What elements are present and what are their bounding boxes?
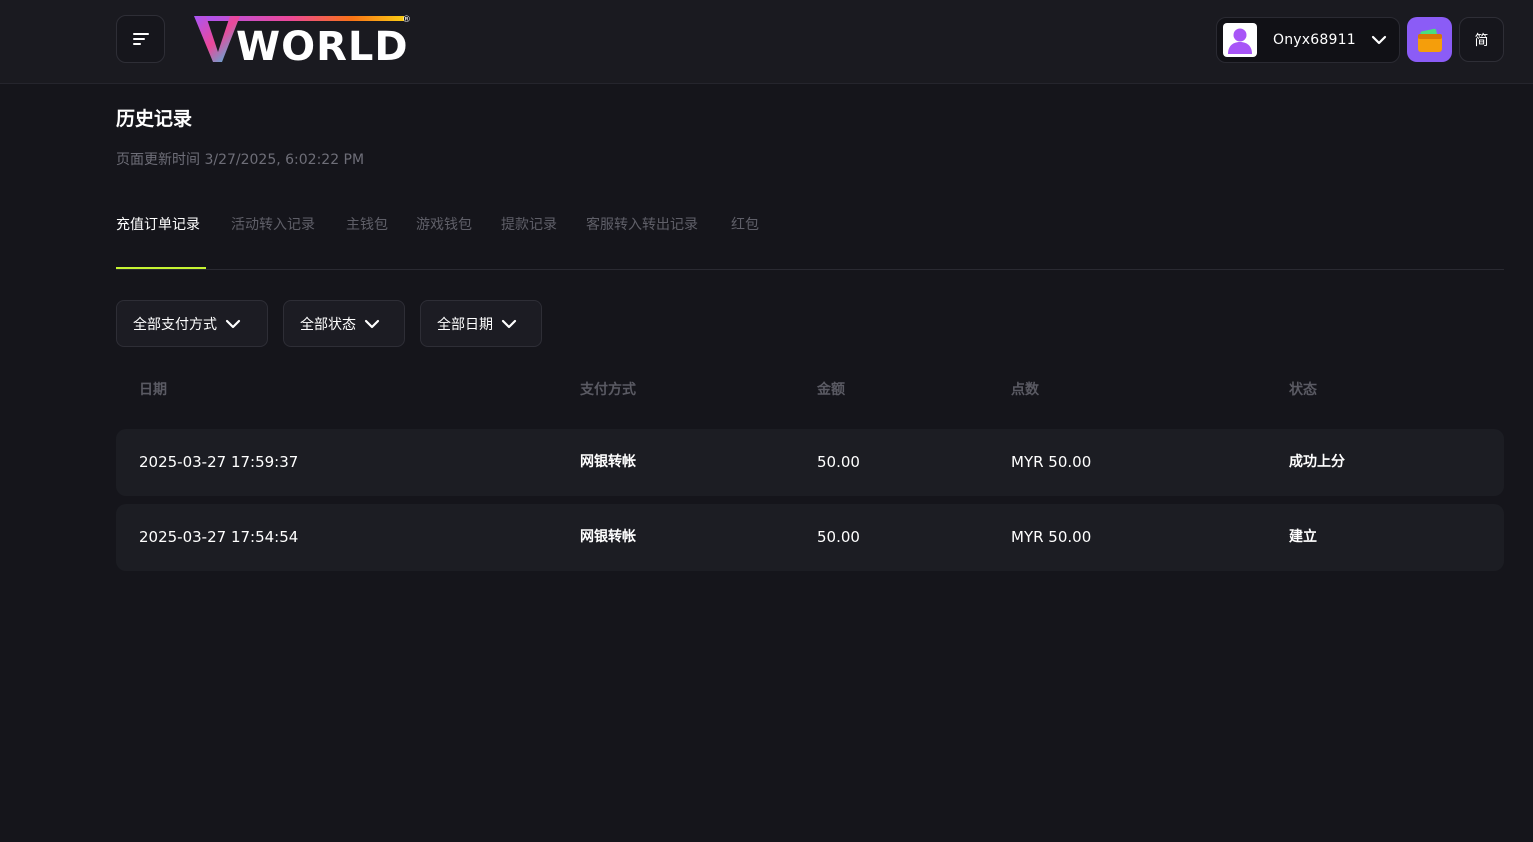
- tab-cs-transfers[interactable]: 客服转入转出记录: [586, 214, 698, 234]
- row-date: 2025-03-27 17:54:54: [139, 528, 299, 546]
- tab-red-packet[interactable]: 红包: [731, 214, 759, 234]
- tab-bar: 充值订单记录 活动转入记录 主钱包 游戏钱包 提款记录 客服转入转出记录 红包: [116, 214, 1504, 270]
- column-header-status: 状态: [1289, 382, 1317, 398]
- row-points: MYR 50.00: [1011, 453, 1092, 471]
- language-button[interactable]: 简: [1459, 17, 1504, 62]
- table-row: 2025-03-27 17:59:37 网银转帐 50.00 MYR 50.00…: [116, 429, 1504, 496]
- tab-activity-transfer[interactable]: 活动转入记录: [231, 214, 315, 234]
- chevron-down-icon: [364, 319, 380, 328]
- page-title: 历史记录: [116, 108, 193, 130]
- column-header-points: 点数: [1011, 382, 1039, 398]
- payment-method-filter[interactable]: 全部支付方式: [116, 300, 268, 347]
- table-row: 2025-03-27 17:54:54 网银转帐 50.00 MYR 50.00…: [116, 504, 1504, 571]
- row-points: MYR 50.00: [1011, 528, 1092, 546]
- registered-mark: ®: [402, 15, 411, 25]
- user-avatar-icon: [1223, 23, 1257, 57]
- tab-game-wallet[interactable]: 游戏钱包: [416, 214, 472, 234]
- row-method: 网银转帐: [580, 454, 636, 470]
- username: Onyx68911: [1273, 32, 1356, 48]
- logo[interactable]: WORLD ®: [192, 12, 414, 68]
- menu-button[interactable]: [116, 15, 165, 63]
- chevron-down-icon: [501, 319, 517, 328]
- row-date: 2025-03-27 17:59:37: [139, 453, 299, 471]
- tab-main-wallet[interactable]: 主钱包: [346, 214, 388, 234]
- row-amount: 50.00: [817, 528, 860, 546]
- column-header-amount: 金额: [817, 382, 845, 398]
- column-header-method: 支付方式: [580, 382, 636, 398]
- row-method: 网银转帐: [580, 529, 636, 545]
- user-menu[interactable]: Onyx68911: [1216, 17, 1400, 63]
- status-filter-label: 全部状态: [300, 316, 356, 333]
- row-amount: 50.00: [817, 453, 860, 471]
- logo-text: WORLD: [236, 24, 409, 68]
- date-filter[interactable]: 全部日期: [420, 300, 542, 347]
- status-filter[interactable]: 全部状态: [283, 300, 405, 347]
- chevron-down-icon: [1371, 35, 1387, 45]
- top-header: WORLD ® Onyx68911 简: [0, 0, 1533, 84]
- date-filter-label: 全部日期: [437, 316, 493, 333]
- wallet-icon: [1417, 28, 1442, 52]
- row-status: 成功上分: [1289, 454, 1345, 470]
- chevron-down-icon: [225, 319, 241, 328]
- page-updated-time: 页面更新时间 3/27/2025, 6:02:22 PM: [116, 152, 365, 168]
- payment-method-filter-label: 全部支付方式: [133, 316, 217, 333]
- menu-icon: [132, 33, 149, 45]
- tab-deposit-orders[interactable]: 充值订单记录: [116, 214, 200, 234]
- tab-withdrawals[interactable]: 提款记录: [501, 214, 557, 234]
- wallet-button[interactable]: [1407, 17, 1452, 62]
- row-status: 建立: [1289, 529, 1317, 545]
- active-tab-indicator: [116, 267, 206, 269]
- column-header-date: 日期: [139, 382, 167, 398]
